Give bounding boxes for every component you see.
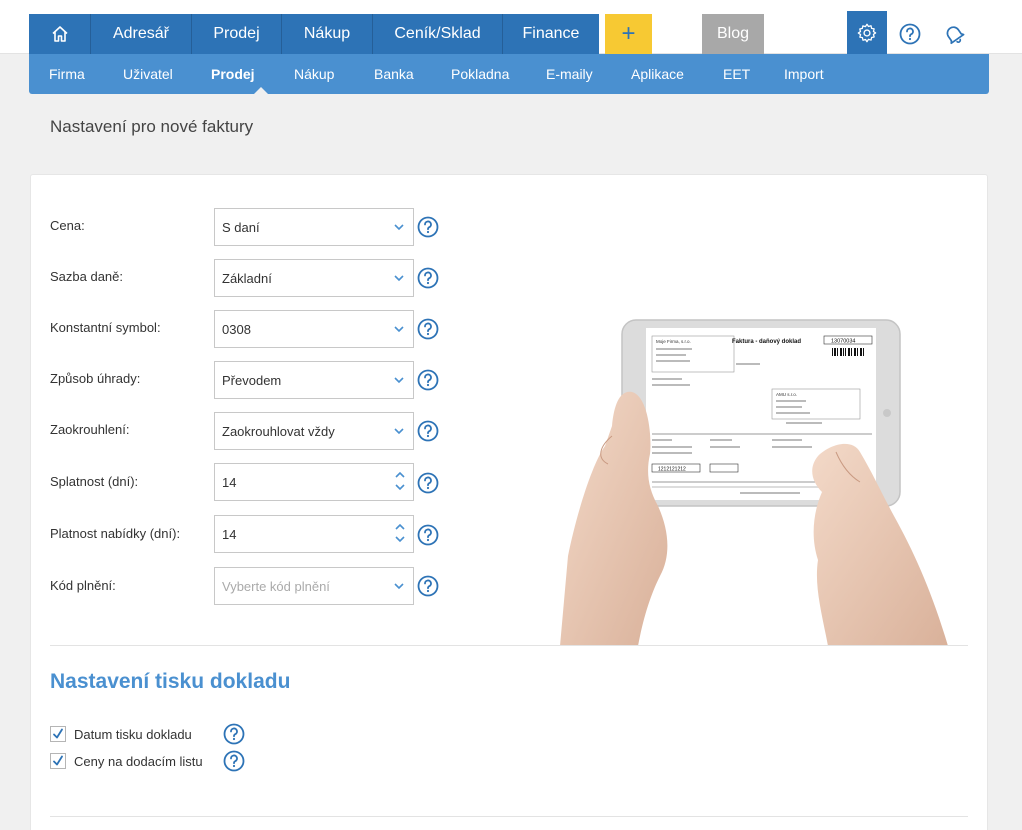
sazba-dane-select[interactable]: Základní xyxy=(214,259,414,297)
subnav-import[interactable]: Import xyxy=(784,54,824,94)
print-settings-title: Nastavení tisku dokladu xyxy=(50,670,291,693)
zaokrouhleni-value: Zaokrouhlovat vždy xyxy=(222,423,335,439)
checkbox[interactable] xyxy=(50,753,66,769)
main-nav: Adresář Prodej Nákup Ceník/Sklad Finance xyxy=(29,14,599,54)
nav-nakup[interactable]: Nákup xyxy=(282,14,373,54)
active-tab-indicator xyxy=(254,87,268,94)
invoice-amount: 1212121212 xyxy=(658,467,686,473)
help-icon[interactable] xyxy=(417,472,439,494)
field-label-kod-plneni: Kód plnění: xyxy=(50,578,116,593)
kod-plneni-placeholder: Vyberte kód plnění xyxy=(222,578,330,594)
chevron-down-icon[interactable] xyxy=(395,536,405,543)
chevron-down-icon xyxy=(394,583,404,590)
chevron-down-icon xyxy=(394,326,404,333)
checkbox-datum-tisku[interactable]: Datum tisku dokladu xyxy=(50,725,192,743)
chevron-down-icon xyxy=(394,428,404,435)
blog-button[interactable]: Blog xyxy=(702,14,764,54)
subnav-pokladna[interactable]: Pokladna xyxy=(451,54,509,94)
zpusob-uhrady-select[interactable]: Převodem xyxy=(214,361,414,399)
section-divider xyxy=(50,816,968,817)
section-divider xyxy=(50,645,968,646)
platnost-nabidky-stepper[interactable] xyxy=(395,523,405,543)
invoice-buyer: AMU s.r.o. xyxy=(776,392,797,397)
chevron-down-icon[interactable] xyxy=(395,484,405,491)
settings-button[interactable] xyxy=(847,11,887,54)
field-label-cena: Cena: xyxy=(50,218,85,233)
konstantni-symbol-select[interactable]: 0308 xyxy=(214,310,414,348)
home-button[interactable] xyxy=(29,14,91,54)
help-icon[interactable] xyxy=(223,750,245,772)
chevron-down-icon xyxy=(394,224,404,231)
tablet-invoice-illustration: Moje Firma, s.r.o. Faktura - daňový dokl… xyxy=(560,319,948,646)
nav-finance[interactable]: Finance xyxy=(503,14,599,54)
platnost-nabidky-input[interactable]: 14 xyxy=(214,515,414,553)
chevron-down-icon xyxy=(394,377,404,384)
subnav-emaily[interactable]: E-maily xyxy=(546,54,593,94)
checkmark-icon xyxy=(53,728,63,739)
subnav-prodej[interactable]: Prodej xyxy=(211,54,255,94)
help-icon[interactable] xyxy=(417,318,439,340)
field-label-zpusob-uhrady: Způsob úhrady: xyxy=(50,371,141,386)
checkbox[interactable] xyxy=(50,726,66,742)
cena-value: S daní xyxy=(222,219,260,235)
subnav-uzivatel[interactable]: Uživatel xyxy=(123,54,173,94)
field-label-sazba-dane: Sazba daně: xyxy=(50,269,124,284)
splatnost-stepper[interactable] xyxy=(395,471,405,491)
help-icon[interactable] xyxy=(417,524,439,546)
splatnost-input[interactable]: 14 xyxy=(214,463,414,501)
subnav-nakup[interactable]: Nákup xyxy=(294,54,334,94)
invoice-number: 13070034 xyxy=(831,339,855,345)
page-title: Nastavení pro nové faktury xyxy=(50,117,254,136)
help-icon[interactable] xyxy=(417,420,439,442)
zpusob-uhrady-value: Převodem xyxy=(222,372,282,388)
field-label-zaokrouhleni: Zaokrouhlení: xyxy=(50,422,130,437)
help-icon[interactable] xyxy=(417,267,439,289)
notifications-button[interactable] xyxy=(940,20,968,48)
invoice-seller: Moje Firma, s.r.o. xyxy=(656,339,691,344)
sazba-dane-value: Základní xyxy=(222,270,272,286)
subnav-banka[interactable]: Banka xyxy=(374,54,414,94)
checkbox-label: Ceny na dodacím listu xyxy=(74,753,203,769)
help-icon[interactable] xyxy=(417,369,439,391)
chevron-down-icon xyxy=(394,275,404,282)
help-icon[interactable] xyxy=(417,216,439,238)
bell-icon xyxy=(946,26,965,45)
invoice-title: Faktura - daňový doklad xyxy=(732,339,801,345)
chevron-up-icon[interactable] xyxy=(395,471,405,478)
help-icon[interactable] xyxy=(417,575,439,597)
gear-icon xyxy=(857,23,877,42)
splatnost-value: 14 xyxy=(222,474,237,490)
checkmark-icon xyxy=(53,755,63,766)
add-button[interactable]: + xyxy=(605,14,652,54)
field-label-splatnost: Splatnost (dní): xyxy=(50,474,139,489)
subnav-aplikace[interactable]: Aplikace xyxy=(631,54,684,94)
platnost-nabidky-value: 14 xyxy=(222,526,237,542)
nav-cenik-sklad[interactable]: Ceník/Sklad xyxy=(373,14,503,54)
sub-nav: Firma Uživatel Prodej Nákup Banka Poklad… xyxy=(29,54,989,94)
field-label-platnost-nabidky: Platnost nabídky (dní): xyxy=(50,526,181,541)
checkbox-label: Datum tisku dokladu xyxy=(74,726,192,742)
chevron-up-icon[interactable] xyxy=(395,523,405,530)
checkbox-ceny-dodaci-list[interactable]: Ceny na dodacím listu xyxy=(50,752,203,770)
subnav-eet[interactable]: EET xyxy=(723,54,750,94)
cena-select[interactable]: S daní xyxy=(214,208,414,246)
konstantni-symbol-value: 0308 xyxy=(222,321,251,337)
nav-prodej[interactable]: Prodej xyxy=(192,14,282,54)
home-icon xyxy=(51,26,68,42)
zaokrouhleni-select[interactable]: Zaokrouhlovat vždy xyxy=(214,412,414,450)
subnav-firma[interactable]: Firma xyxy=(49,54,85,94)
kod-plneni-select[interactable]: Vyberte kód plnění xyxy=(214,567,414,605)
help-icon xyxy=(899,23,921,45)
nav-adresar[interactable]: Adresář xyxy=(91,14,192,54)
help-icon[interactable] xyxy=(223,723,245,745)
help-button[interactable] xyxy=(896,20,924,48)
field-label-konstantni-symbol: Konstantní symbol: xyxy=(50,320,161,335)
